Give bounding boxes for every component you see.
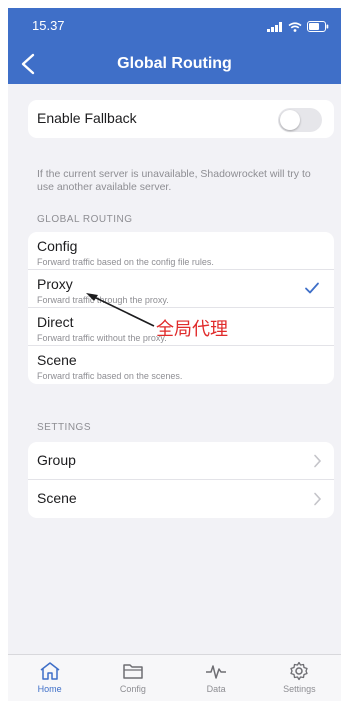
tab-config[interactable]: Config — [91, 655, 174, 701]
enable-fallback-toggle[interactable] — [278, 108, 322, 132]
tab-label: Data — [206, 684, 226, 694]
routing-option-label: Config — [37, 238, 78, 254]
routing-option-label: Proxy — [37, 276, 73, 292]
tab-settings[interactable]: Settings — [258, 655, 341, 701]
checkmark-icon — [305, 282, 319, 294]
pulse-icon — [206, 665, 227, 679]
page-title: Global Routing — [117, 55, 232, 72]
enable-fallback-label: Enable Fallback — [37, 110, 137, 126]
settings-row-label: Group — [37, 452, 76, 468]
routing-option-proxy[interactable]: Proxy Forward traffic through the proxy. — [28, 270, 334, 308]
signal-icon — [267, 21, 282, 32]
home-icon — [40, 662, 60, 680]
tab-label: Settings — [283, 684, 316, 694]
tab-data[interactable]: Data — [175, 655, 258, 701]
routing-option-description: Forward traffic based on the config file… — [37, 257, 214, 267]
settings-header: SETTINGS — [37, 422, 92, 433]
fallback-card: Enable Fallback — [28, 100, 334, 138]
settings-row-group[interactable]: Group — [28, 442, 334, 480]
status-icons — [267, 21, 329, 32]
routing-option-description: Forward traffic based on the scenes. — [37, 371, 183, 381]
status-time: 15.37 — [32, 18, 65, 33]
global-routing-card: Config Forward traffic based on the conf… — [28, 232, 334, 384]
annotation-label: 全局代理 — [156, 319, 228, 339]
routing-option-scene[interactable]: Scene Forward traffic based on the scene… — [28, 346, 334, 384]
settings-row-label: Scene — [37, 490, 77, 506]
routing-option-label: Scene — [37, 352, 77, 368]
battery-icon — [307, 21, 329, 32]
tab-home[interactable]: Home — [8, 655, 91, 701]
routing-option-label: Direct — [37, 314, 74, 330]
tab-bar: Home Config Data Settings — [8, 654, 341, 701]
chevron-right-icon — [314, 492, 322, 506]
tab-label: Home — [37, 684, 62, 694]
app-screen: 15.37 Global Routing Enable Fallback If … — [8, 8, 341, 701]
gear-icon — [290, 661, 309, 681]
folder-icon — [123, 664, 143, 679]
enable-fallback-row: Enable Fallback — [28, 100, 334, 138]
routing-option-description: Forward traffic without the proxy. — [37, 333, 167, 343]
routing-option-description: Forward traffic through the proxy. — [37, 295, 169, 305]
settings-row-scene[interactable]: Scene — [28, 480, 334, 518]
navigation-bar: 15.37 Global Routing — [8, 8, 341, 84]
tab-label: Config — [119, 684, 146, 694]
fallback-note: If the current server is unavailable, Sh… — [37, 168, 311, 193]
wifi-icon — [288, 21, 302, 32]
settings-card: Group Scene — [28, 442, 334, 518]
toggle-knob — [280, 110, 300, 130]
routing-option-config[interactable]: Config Forward traffic based on the conf… — [28, 232, 334, 270]
chevron-right-icon — [314, 454, 322, 468]
global-routing-header: GLOBAL ROUTING — [37, 214, 133, 225]
